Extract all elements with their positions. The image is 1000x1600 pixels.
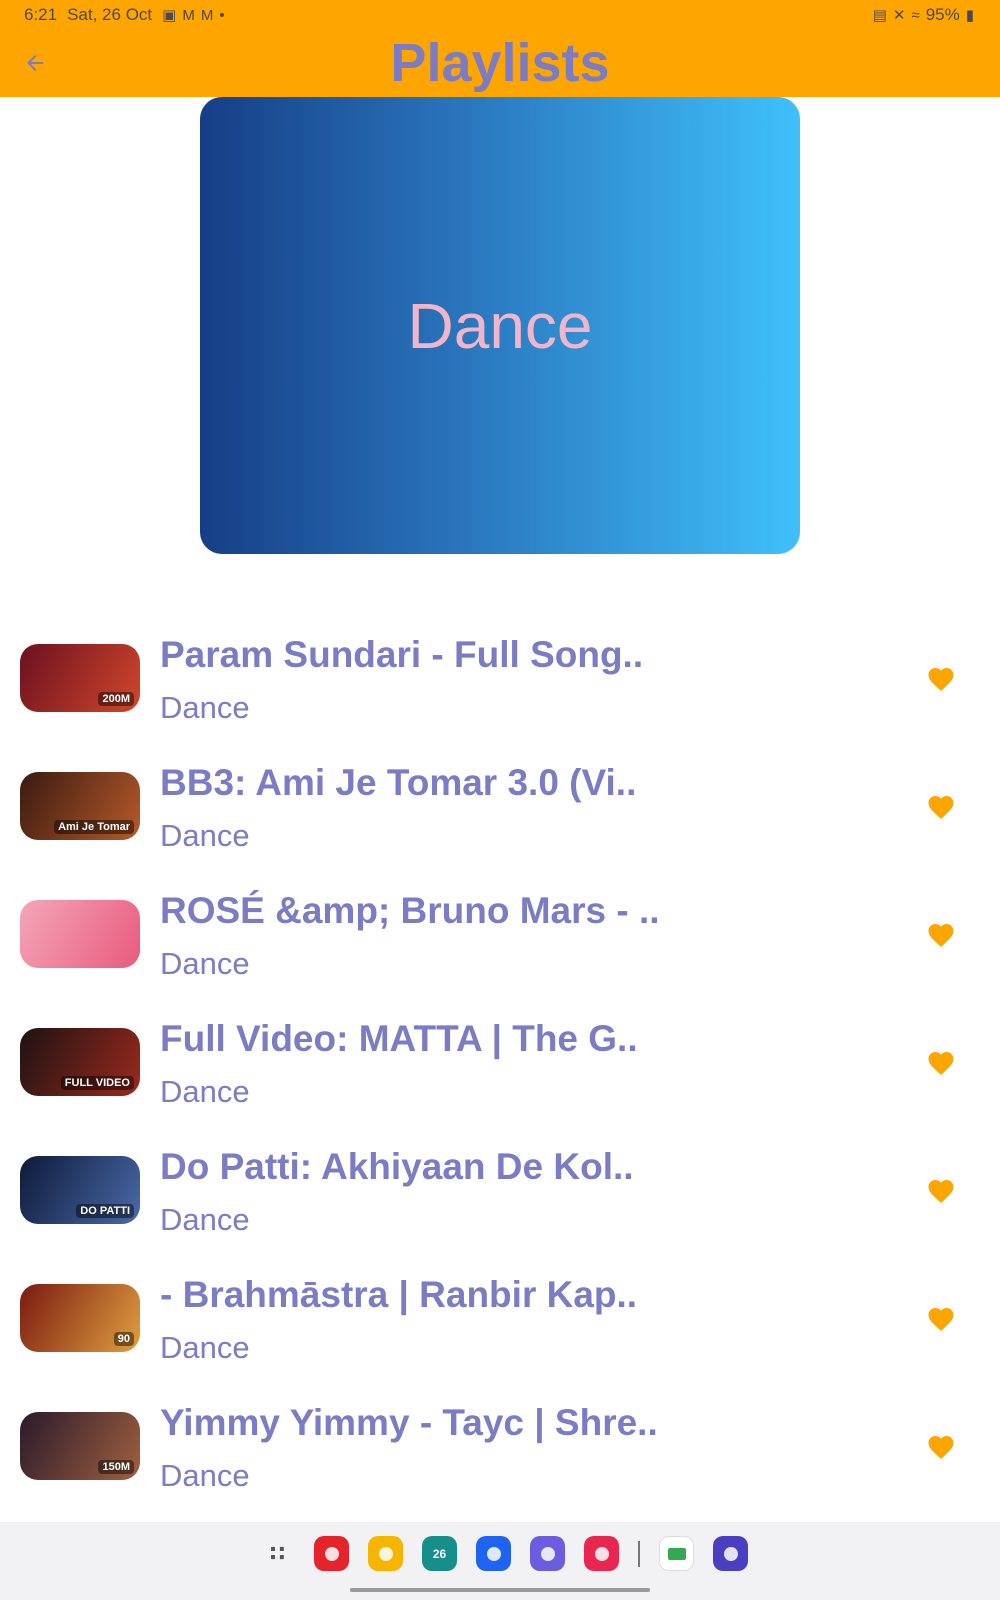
song-playlist-label: Dance <box>160 1202 250 1237</box>
favorite-heart-icon[interactable] <box>926 792 956 820</box>
gmail-icon: M <box>200 6 214 24</box>
playlist-cover-title: Dance <box>407 289 593 362</box>
status-right: ▤ ✕ ≈ 95% ▮ <box>873 5 974 25</box>
song-title: Full Video: MATTA | The G.. <box>160 1018 638 1059</box>
flipboard-icon[interactable] <box>314 1536 349 1571</box>
song-row[interactable]: 90 - Brahmāstra | Ranbir Kap.. Dance <box>0 1254 1000 1382</box>
status-time: 6:21 <box>24 5 58 24</box>
song-thumbnail: Ami Je Tomar <box>20 772 140 840</box>
song-playlist-label: Dance <box>160 690 250 725</box>
song-title: Do Patti: Akhiyaan De Kol.. <box>160 1146 634 1187</box>
status-left: 6:21 Sat, 26 Oct ▣ M M • <box>24 5 225 25</box>
mute-icon: ✕ <box>892 6 906 24</box>
status-bar: 6:21 Sat, 26 Oct ▣ M M • ▤ ✕ ≈ 95% ▮ <box>0 0 1000 30</box>
song-title: Yimmy Yimmy - Tayc | Shre.. <box>160 1402 658 1443</box>
gmail-icon: M <box>182 6 195 24</box>
thumbnail-label: DO PATTI <box>76 1204 134 1218</box>
favorite-heart-icon[interactable] <box>926 664 956 692</box>
home-indicator[interactable] <box>350 1588 650 1592</box>
song-row[interactable]: DO PATTI Do Patti: Akhiyaan De Kol.. Dance <box>0 1126 1000 1254</box>
music-icon[interactable] <box>713 1536 748 1571</box>
thumbnail-label: FULL VIDEO <box>60 1076 134 1090</box>
app-drawer-icon[interactable]: ∷ <box>260 1536 295 1571</box>
app-bar: 6:21 Sat, 26 Oct ▣ M M • ▤ ✕ ≈ 95% ▮ Pla… <box>0 0 1000 97</box>
battery-percent: 95% <box>925 5 960 24</box>
favorite-heart-icon[interactable] <box>926 1304 956 1332</box>
song-playlist-label: Dance <box>160 1458 250 1493</box>
thumbnail-label: 90 <box>113 1332 134 1346</box>
camera-icon[interactable] <box>584 1536 619 1571</box>
favorite-heart-icon[interactable] <box>926 1176 956 1204</box>
wifi-icon: ≈ <box>911 6 920 24</box>
favorite-heart-icon[interactable] <box>926 1048 956 1076</box>
thumbnail-label: 150M <box>98 1460 134 1474</box>
status-date: Sat, 26 Oct <box>67 5 153 24</box>
nav-bar: ∷ 26 <box>0 1522 1000 1600</box>
song-thumbnail: 200M <box>20 644 140 712</box>
lock-icon: ▤ <box>872 6 887 24</box>
battery-icon: ▮ <box>965 6 974 24</box>
song-title: - Brahmāstra | Ranbir Kap.. <box>160 1274 638 1315</box>
calendar-icon[interactable]: 26 <box>422 1536 457 1571</box>
dot-icon: • <box>219 6 225 24</box>
song-title: ROSÉ &amp; Bruno Mars - .. <box>160 890 660 931</box>
song-row[interactable]: 200M Param Sundari - Full Song.. Dance <box>0 614 1000 742</box>
song-thumbnail: 150M <box>20 1412 140 1480</box>
song-row[interactable]: 150M Yimmy Yimmy - Tayc | Shre.. Dance <box>0 1382 1000 1510</box>
song-row[interactable]: FULL VIDEO Full Video: MATTA | The G.. Dan… <box>0 998 1000 1126</box>
notification-icons: ▣ M M • <box>162 8 224 23</box>
app-dock: ∷ 26 <box>260 1536 748 1571</box>
playlist-cover: Dance <box>200 97 800 554</box>
favorite-heart-icon[interactable] <box>926 1432 956 1460</box>
thumbnail-label: 200M <box>98 692 134 706</box>
song-list: 200M Param Sundari - Full Song.. Dance Ami … <box>0 614 1000 1510</box>
song-title: Param Sundari - Full Song.. <box>160 634 644 675</box>
meet-icon[interactable] <box>659 1536 694 1571</box>
song-playlist-label: Dance <box>160 946 250 981</box>
image-icon: ▣ <box>162 6 177 24</box>
files-icon[interactable] <box>368 1536 403 1571</box>
song-row[interactable]: Ami Je Tomar BB3: Ami Je Tomar 3.0 (Vi.. D… <box>0 742 1000 870</box>
song-playlist-label: Dance <box>160 1074 250 1109</box>
song-thumbnail: FULL VIDEO <box>20 1028 140 1096</box>
song-title: BB3: Ami Je Tomar 3.0 (Vi.. <box>160 762 637 803</box>
screen: 6:21 Sat, 26 Oct ▣ M M • ▤ ✕ ≈ 95% ▮ Pla… <box>0 0 1000 1600</box>
song-thumbnail: DO PATTI <box>20 1156 140 1224</box>
song-row[interactable]: ROSÉ &amp; Bruno Mars - .. Dance <box>0 870 1000 998</box>
thumbnail-label: Ami Je Tomar <box>54 820 134 834</box>
internet-icon[interactable] <box>530 1536 565 1571</box>
song-playlist-label: Dance <box>160 818 250 853</box>
song-playlist-label: Dance <box>160 1330 250 1365</box>
song-thumbnail <box>20 900 140 968</box>
dock-separator <box>638 1540 640 1567</box>
favorite-heart-icon[interactable] <box>926 920 956 948</box>
messages-icon[interactable] <box>476 1536 511 1571</box>
page-title: Playlists <box>390 33 610 93</box>
song-thumbnail: 90 <box>20 1284 140 1352</box>
